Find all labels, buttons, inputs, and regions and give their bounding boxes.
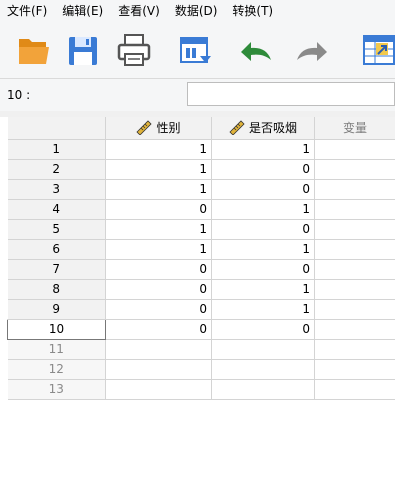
table-row: 7 0 0 xyxy=(7,259,395,280)
cell-empty[interactable] xyxy=(314,179,395,200)
cell-value-input[interactable] xyxy=(187,82,395,106)
row-number[interactable]: 3 xyxy=(7,179,106,200)
cell-smoking[interactable]: 0 xyxy=(211,179,315,200)
data-grid: 性别 是否吸烟 变量 1 1 1 2 1 0 3 1 0 4 0 1 5 1 0… xyxy=(7,117,395,488)
row-number[interactable]: 1 xyxy=(7,139,106,160)
empty-row: 11 xyxy=(7,339,395,360)
cell-gender[interactable]: 1 xyxy=(105,139,212,160)
cell-empty[interactable] xyxy=(314,259,395,280)
cell-empty[interactable] xyxy=(314,199,395,220)
cell-empty[interactable] xyxy=(314,139,395,160)
cell-empty[interactable] xyxy=(314,379,395,400)
empty-row: 13 xyxy=(7,379,395,400)
table-row-current: 10 0 0 xyxy=(7,318,395,340)
cell-empty[interactable] xyxy=(314,319,395,340)
redo-icon[interactable] xyxy=(293,30,333,70)
dialog-recall-icon[interactable] xyxy=(178,30,214,70)
cell-empty[interactable] xyxy=(105,359,212,380)
cell-empty[interactable] xyxy=(314,219,395,240)
cell-gender[interactable]: 1 xyxy=(105,219,212,240)
table-row: 2 1 0 xyxy=(7,159,395,180)
table-row: 1 1 1 xyxy=(7,139,395,160)
table-row: 6 1 1 xyxy=(7,239,395,260)
cell-smoking[interactable]: 1 xyxy=(211,199,315,220)
grid-corner[interactable] xyxy=(7,117,106,140)
cell-gender[interactable]: 1 xyxy=(105,179,212,200)
row-number[interactable]: 13 xyxy=(7,379,106,400)
menu-data[interactable]: 数据(D) xyxy=(168,0,226,22)
cell-gender[interactable]: 0 xyxy=(105,259,212,280)
cell-editor-bar: 10 : xyxy=(0,78,395,112)
cell-smoking[interactable]: 0 xyxy=(211,319,315,340)
cell-empty[interactable] xyxy=(314,359,395,380)
row-number[interactable]: 7 xyxy=(7,259,106,280)
cell-empty[interactable] xyxy=(211,359,315,380)
menu-view[interactable]: 查看(V) xyxy=(111,0,168,22)
table-row: 4 0 1 xyxy=(7,199,395,220)
scale-ruler-icon xyxy=(229,120,245,136)
toolbar xyxy=(0,22,395,78)
cell-gender[interactable]: 0 xyxy=(105,299,212,320)
cell-empty[interactable] xyxy=(314,339,395,360)
cell-smoking[interactable]: 1 xyxy=(211,139,315,160)
goto-case-icon[interactable] xyxy=(360,30,395,70)
cell-gender[interactable]: 0 xyxy=(105,199,212,220)
menu-bar: 文件(F) 编辑(E) 查看(V) 数据(D) 转换(T) xyxy=(0,0,395,22)
cell-empty[interactable] xyxy=(314,279,395,300)
save-icon[interactable] xyxy=(66,30,100,70)
table-row: 3 1 0 xyxy=(7,179,395,200)
row-number[interactable]: 6 xyxy=(7,239,106,260)
cell-gender[interactable]: 1 xyxy=(105,239,212,260)
row-number[interactable]: 2 xyxy=(7,159,106,180)
cell-smoking[interactable]: 1 xyxy=(211,299,315,320)
cell-empty[interactable] xyxy=(105,379,212,400)
table-row: 8 0 1 xyxy=(7,279,395,300)
cell-smoking[interactable]: 0 xyxy=(211,259,315,280)
cell-smoking[interactable]: 1 xyxy=(211,279,315,300)
row-number[interactable]: 4 xyxy=(7,199,106,220)
cell-empty[interactable] xyxy=(314,299,395,320)
cell-smoking[interactable]: 1 xyxy=(211,239,315,260)
cell-gender[interactable]: 0 xyxy=(105,279,212,300)
row-number[interactable]: 5 xyxy=(7,219,106,240)
grid-header-row: 性别 是否吸烟 变量 xyxy=(7,117,395,140)
column-header-gender[interactable]: 性别 xyxy=(105,117,212,140)
column-header-smoking[interactable]: 是否吸烟 xyxy=(211,117,315,140)
table-row: 9 0 1 xyxy=(7,299,395,320)
column-header-label: 是否吸烟 xyxy=(248,121,297,136)
print-icon[interactable] xyxy=(116,30,152,70)
scale-ruler-icon xyxy=(136,120,153,136)
column-header-new-variable[interactable]: 变量 xyxy=(314,117,395,140)
menu-transform[interactable]: 转换(T) xyxy=(225,0,281,22)
menu-file[interactable]: 文件(F) xyxy=(0,0,55,22)
cell-empty[interactable] xyxy=(314,239,395,260)
cell-gender[interactable]: 1 xyxy=(105,159,212,180)
column-header-label: 性别 xyxy=(156,121,181,136)
cell-empty[interactable] xyxy=(314,159,395,180)
row-number[interactable]: 11 xyxy=(7,339,106,360)
table-row: 5 1 0 xyxy=(7,219,395,240)
undo-icon[interactable] xyxy=(235,30,275,70)
row-number-current[interactable]: 10 xyxy=(7,318,106,340)
cell-smoking[interactable]: 0 xyxy=(211,219,315,240)
cell-empty[interactable] xyxy=(211,379,315,400)
cell-empty[interactable] xyxy=(211,339,315,360)
cell-empty[interactable] xyxy=(105,339,212,360)
row-number[interactable]: 9 xyxy=(7,299,106,320)
row-number[interactable]: 12 xyxy=(7,359,106,380)
empty-row: 12 xyxy=(7,359,395,380)
cell-gender[interactable]: 0 xyxy=(105,319,212,340)
cell-smoking[interactable]: 0 xyxy=(211,159,315,180)
open-folder-icon[interactable] xyxy=(16,30,52,70)
cell-reference-label: 10 : xyxy=(7,88,31,102)
row-number[interactable]: 8 xyxy=(7,279,106,300)
menu-edit[interactable]: 编辑(E) xyxy=(55,0,111,22)
